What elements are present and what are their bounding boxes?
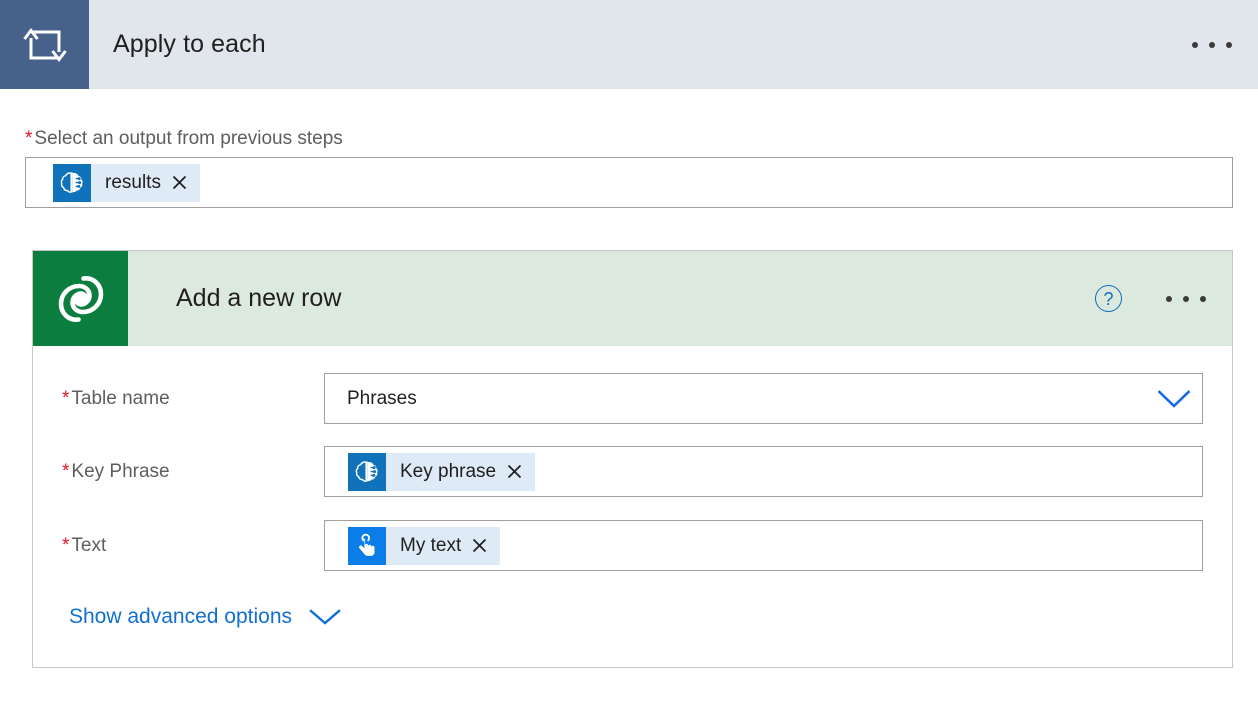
select-output-input[interactable]: results	[25, 157, 1233, 208]
required-asterisk: *	[62, 389, 69, 408]
table-name-value: Phrases	[325, 388, 1146, 410]
required-asterisk: *	[25, 129, 32, 148]
text-label: * Text	[62, 520, 324, 555]
key-phrase-input[interactable]: Key phrase	[324, 446, 1203, 497]
close-icon[interactable]	[501, 453, 535, 491]
add-a-new-row-header[interactable]: Add a new row ?	[33, 251, 1232, 346]
select-output-label: * Select an output from previous steps	[0, 89, 1258, 157]
token-my-text-label: My text	[386, 527, 466, 565]
key-phrase-token-wrap: Key phrase	[325, 453, 535, 491]
apply-to-each-body: * Select an output from previous steps r…	[0, 89, 1258, 668]
apply-to-each-title: Apply to each	[89, 0, 1192, 89]
text-label-text: Text	[71, 536, 106, 555]
key-phrase-label: * Key Phrase	[62, 446, 324, 481]
token-key-phrase-label: Key phrase	[386, 453, 501, 491]
token-my-text[interactable]: My text	[348, 527, 500, 565]
text-input[interactable]: My text	[324, 520, 1203, 571]
add-a-new-row-title: Add a new row	[128, 251, 1095, 346]
close-icon[interactable]	[466, 527, 500, 565]
show-advanced-options-label: Show advanced options	[69, 605, 292, 629]
help-question-icon[interactable]: ?	[1095, 285, 1122, 312]
required-asterisk: *	[62, 462, 69, 481]
add-a-new-row-body: * Table name Phrases * Key Phrase	[33, 346, 1232, 667]
card-header-actions: ?	[1095, 251, 1232, 346]
form-row-text: * Text My text	[33, 497, 1232, 571]
key-phrase-label-text: Key Phrase	[71, 462, 169, 481]
table-name-label: * Table name	[62, 373, 324, 408]
loop-repeat-icon	[0, 0, 89, 89]
token-results-label: results	[91, 164, 166, 202]
required-asterisk: *	[62, 536, 69, 555]
add-a-new-row-card: Add a new row ? * Table name Phrases	[32, 250, 1233, 668]
add-a-new-row-menu-button[interactable]	[1166, 296, 1206, 302]
select-output-label-text: Select an output from previous steps	[34, 129, 342, 148]
show-advanced-options-button[interactable]: Show advanced options	[33, 571, 1232, 667]
token-key-phrase[interactable]: Key phrase	[348, 453, 535, 491]
token-results[interactable]: results	[53, 164, 200, 202]
apply-to-each-header[interactable]: Apply to each	[0, 0, 1258, 89]
text-token-wrap: My text	[325, 527, 500, 565]
chevron-down-icon[interactable]	[309, 608, 341, 626]
apply-to-each-menu-button[interactable]	[1192, 0, 1258, 89]
cognitive-services-brain-icon	[348, 453, 386, 491]
tap-hand-icon	[348, 527, 386, 565]
zoho-creator-swirl-icon	[33, 251, 128, 346]
form-row-table-name: * Table name Phrases	[33, 346, 1232, 424]
close-icon[interactable]	[166, 164, 200, 202]
ellipsis-icon	[1192, 42, 1232, 48]
table-name-dropdown[interactable]: Phrases	[324, 373, 1203, 424]
table-name-label-text: Table name	[71, 389, 169, 408]
cognitive-services-brain-icon	[53, 164, 91, 202]
form-row-key-phrase: * Key Phrase	[33, 424, 1232, 497]
chevron-down-icon[interactable]	[1146, 389, 1202, 409]
